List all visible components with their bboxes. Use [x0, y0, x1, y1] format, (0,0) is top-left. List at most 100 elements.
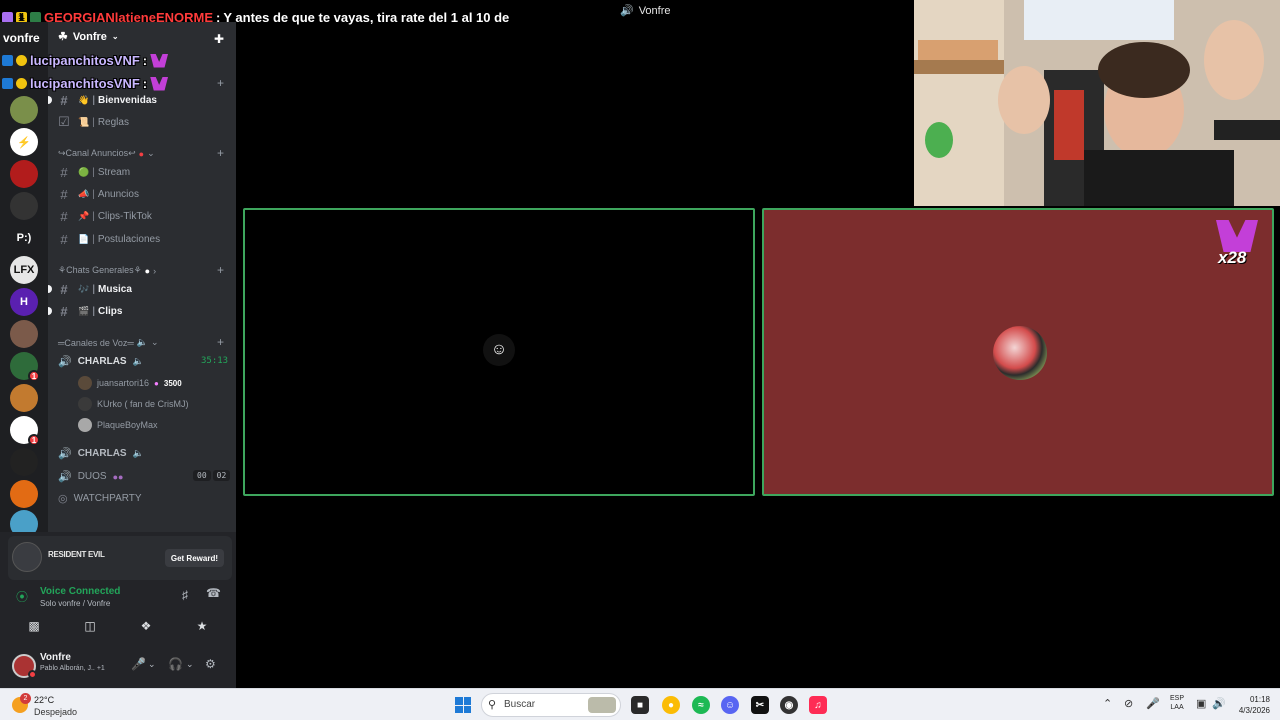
disconnect-icon[interactable]: ☎ [206, 586, 221, 600]
chevron-down-icon[interactable]: ⌄ [148, 659, 156, 670]
channel-stream[interactable]: # 🟢 | Stream [56, 162, 228, 182]
microphone-icon[interactable]: 🎤 [1146, 697, 1160, 710]
window-title: 🔊 Vonfre [620, 4, 671, 18]
display-icon[interactable]: ▣ [1196, 697, 1206, 710]
get-reward-button[interactable]: Get Reward! [164, 549, 224, 567]
unread-indicator [48, 285, 52, 293]
channel-anuncios[interactable]: # 📣 | Anuncios [56, 184, 228, 204]
gear-icon[interactable]: ⚙ [205, 657, 216, 671]
server-icon[interactable]: ⚡ [10, 128, 38, 156]
microphone-icon[interactable]: 🎤 [131, 657, 146, 671]
channel-label: Bienvenidas [98, 94, 157, 106]
voice-user[interactable]: juansartori16 ● 3500 [78, 376, 182, 390]
network-icon[interactable]: ⊘ [1124, 697, 1133, 710]
channel-clips-tiktok[interactable]: # 📌 | Clips-TikTok [56, 206, 228, 226]
chat-badge-icon [2, 78, 13, 89]
voice-channel-charlas[interactable]: 🔊 CHARLAS 🔈 [58, 355, 144, 368]
add-channel-icon[interactable]: + [217, 335, 224, 349]
language-indicator[interactable]: ESP LAA [1170, 694, 1184, 712]
video-tile[interactable]: x28 [762, 208, 1274, 496]
clock[interactable]: 01:18 4/3/2026 [1228, 694, 1270, 716]
add-channel-icon[interactable]: + [217, 263, 224, 277]
server-icon[interactable] [10, 96, 38, 124]
chevron-down-icon: ⌄ [111, 32, 119, 41]
server-icon[interactable]: 1 [10, 416, 40, 446]
channel-bienvenidas[interactable]: # 👋 | Bienvenidas [48, 90, 228, 110]
video-tile[interactable]: ☺ [243, 208, 755, 496]
server-icon[interactable] [10, 192, 38, 220]
hash-icon: # [60, 92, 68, 108]
server-icon[interactable] [10, 320, 38, 348]
server-icon[interactable] [10, 384, 38, 412]
webcam-feed [914, 0, 1280, 206]
channel-reglas[interactable]: ☑ 📜 | Reglas [56, 112, 228, 132]
server-icon[interactable] [10, 160, 38, 188]
pin-icon: ● [138, 148, 145, 159]
server-header[interactable]: ☘ Vonfre ⌄ [58, 30, 119, 44]
channel-divider: | [92, 283, 96, 295]
voice-user[interactable]: PlaqueBoyMax [78, 418, 158, 432]
server-icon: ☘ [58, 31, 68, 43]
server-icon[interactable]: P:) [10, 224, 38, 252]
voice-timer: 35:13 [201, 356, 229, 366]
invite-icon[interactable]: ✚ [214, 32, 224, 46]
volume-icon[interactable]: 🔊 [1212, 697, 1226, 710]
chat-badge-icon [16, 78, 27, 89]
chevron-up-icon[interactable]: ⌃ [1103, 697, 1112, 710]
camera-off-icon[interactable]: ▩ [8, 614, 60, 638]
channel-emoji: 📣 [78, 188, 90, 199]
capcut-icon[interactable]: ✂ [751, 696, 769, 714]
spotify-icon[interactable]: ≈ [692, 696, 710, 714]
noise-suppression-icon[interactable]: ♯ [182, 588, 188, 602]
channel-postulaciones[interactable]: # 📄 | Postulaciones [56, 229, 228, 249]
channel-musica[interactable]: # 🎶 | Musica [48, 279, 228, 299]
voice-channel-watchparty[interactable]: ◎ WATCHPARTY [58, 492, 142, 505]
headphones-icon[interactable]: 🎧 [168, 657, 183, 671]
activities-icon[interactable]: ❖ [120, 614, 172, 638]
server-rail: ⚡ P:) LFX H 1 1 [0, 22, 48, 538]
logo-text: x28 [1218, 248, 1247, 267]
server-name: Vonfre [72, 30, 107, 43]
chrome-icon[interactable]: ● [662, 696, 680, 714]
add-channel-icon[interactable]: + [217, 76, 224, 90]
file-explorer-icon[interactable]: ■ [631, 696, 649, 714]
server-icon[interactable] [10, 480, 38, 508]
channel-clips[interactable]: # 🎬 | Clips [48, 301, 228, 321]
game-logo-icon [12, 542, 42, 572]
voice-channel-duos[interactable]: 🔊 DUOS ●● [58, 470, 123, 483]
channel-divider: | [92, 210, 95, 222]
obs-icon[interactable]: ◉ [780, 696, 798, 714]
add-channel-icon[interactable]: + [217, 146, 224, 160]
chevron-down-icon[interactable]: ⌄ [186, 659, 194, 670]
category-voice[interactable]: ═Canales de Voz═ 🔈 ⌄ [58, 337, 159, 348]
hash-icon: # [60, 281, 68, 297]
chat-message: lucipanchitosVNF : [2, 76, 169, 91]
channel-label: Postulaciones [97, 233, 161, 245]
user-name[interactable]: Vonfre [40, 652, 71, 663]
screen-share-icon[interactable]: ◫ [64, 614, 116, 638]
chevron-down-icon: ⌄ [151, 337, 159, 347]
server-icon[interactable]: LFX [10, 256, 38, 284]
windows-start-icon[interactable] [455, 697, 471, 713]
people-icon: ●● [112, 471, 124, 482]
user-limit-badge: 00 02 [193, 470, 231, 481]
voice-channel-charlas-2[interactable]: 🔊 CHARLAS 🔈 [58, 447, 144, 460]
soundboard-icon[interactable]: ★ [176, 614, 228, 638]
voice-status-subtitle[interactable]: Solo vonfre / Vonfre [40, 599, 110, 608]
taskbar-search[interactable]: ⚲ Buscar [481, 693, 621, 717]
server-icon[interactable]: H [10, 288, 38, 316]
speaker-icon: 🔊 [58, 471, 72, 483]
category-announcements[interactable]: ↪Canal Anuncios↩ ● ⌄ [58, 148, 155, 159]
speaker-icon: 🔈 [136, 337, 149, 347]
category-chats[interactable]: ⚘Chats Generales⚘ ● › [58, 265, 156, 276]
server-icon[interactable]: 1 [10, 352, 40, 382]
chat-separator: : [142, 53, 148, 68]
coin-icon: ● [154, 378, 159, 388]
stage-icon: ◎ [58, 493, 68, 505]
discord-icon[interactable]: ☺ [721, 696, 739, 714]
emote-icon [150, 53, 169, 68]
signal-icon[interactable]: ⦿ [16, 588, 28, 605]
voice-user[interactable]: KUrko ( fan de CrisMJ) [78, 397, 189, 411]
tiktok-icon[interactable]: ♫ [809, 696, 827, 714]
server-icon[interactable] [10, 448, 38, 476]
